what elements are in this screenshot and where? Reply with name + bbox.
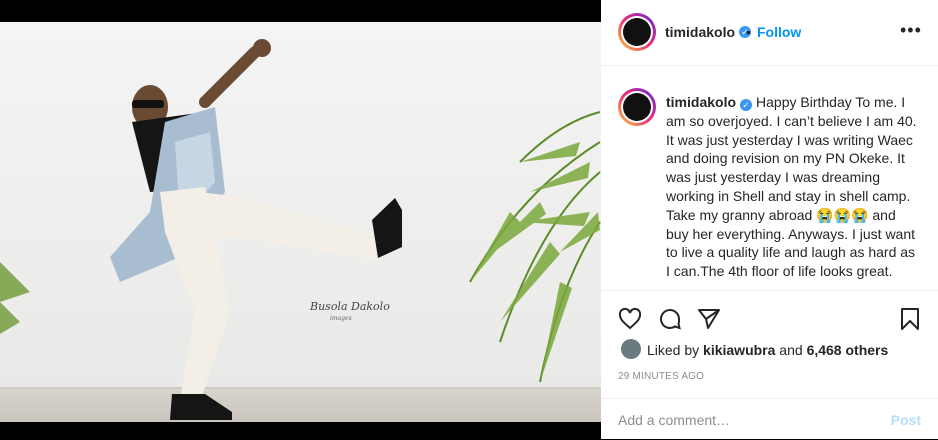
post-header: timidakolo ✓ • Follow ••• [601,0,938,66]
caption-avatar[interactable] [618,88,656,126]
comment-box: Add a comment… Post [601,398,938,440]
caption-verified-badge-icon: ✓ [740,99,753,111]
liker-avatar[interactable] [621,339,641,359]
liked-by-and: and [775,342,807,358]
heart-icon[interactable] [618,307,642,331]
comment-input[interactable]: Add a comment… [618,412,730,428]
post-photo[interactable]: Busola Dakolo images [0,22,601,422]
more-horizontal-icon[interactable]: ••• [900,20,922,41]
photo-watermark-sub: images [330,315,352,322]
comment-icon[interactable] [658,307,682,331]
liker-username[interactable]: kikiawubra [703,342,775,358]
header-username[interactable]: timidakolo [665,24,735,40]
avatar[interactable] [618,13,656,51]
post-caption: timidakolo ✓ Happy Birthday To me. I am so… [666,93,918,290]
caption-username[interactable]: timidakolo [666,94,736,110]
post-timestamp[interactable]: 29 MINUTES AGO [618,371,704,382]
post-actions-bar [601,290,938,345]
bookmark-icon[interactable] [899,307,921,331]
post-comment-button[interactable]: Post [891,412,921,428]
share-icon[interactable] [697,307,721,331]
post-side-panel: timidakolo ✓ • Follow ••• timidakolo ✓ Hap… [601,0,938,439]
follow-button[interactable]: Follow [757,24,801,40]
caption-text: Happy Birthday To me. I am so overjoyed.… [666,94,917,280]
liked-by-prefix: Liked by [647,342,704,358]
post-photo-illustration: Busola Dakolo images [0,22,601,422]
instagram-post-modal: Busola Dakolo images timidakolo ✓ • Foll… [0,0,938,439]
photo-watermark: Busola Dakolo [309,300,390,313]
header-separator: • [746,24,751,40]
likes-count[interactable]: 6,468 others [807,342,889,358]
